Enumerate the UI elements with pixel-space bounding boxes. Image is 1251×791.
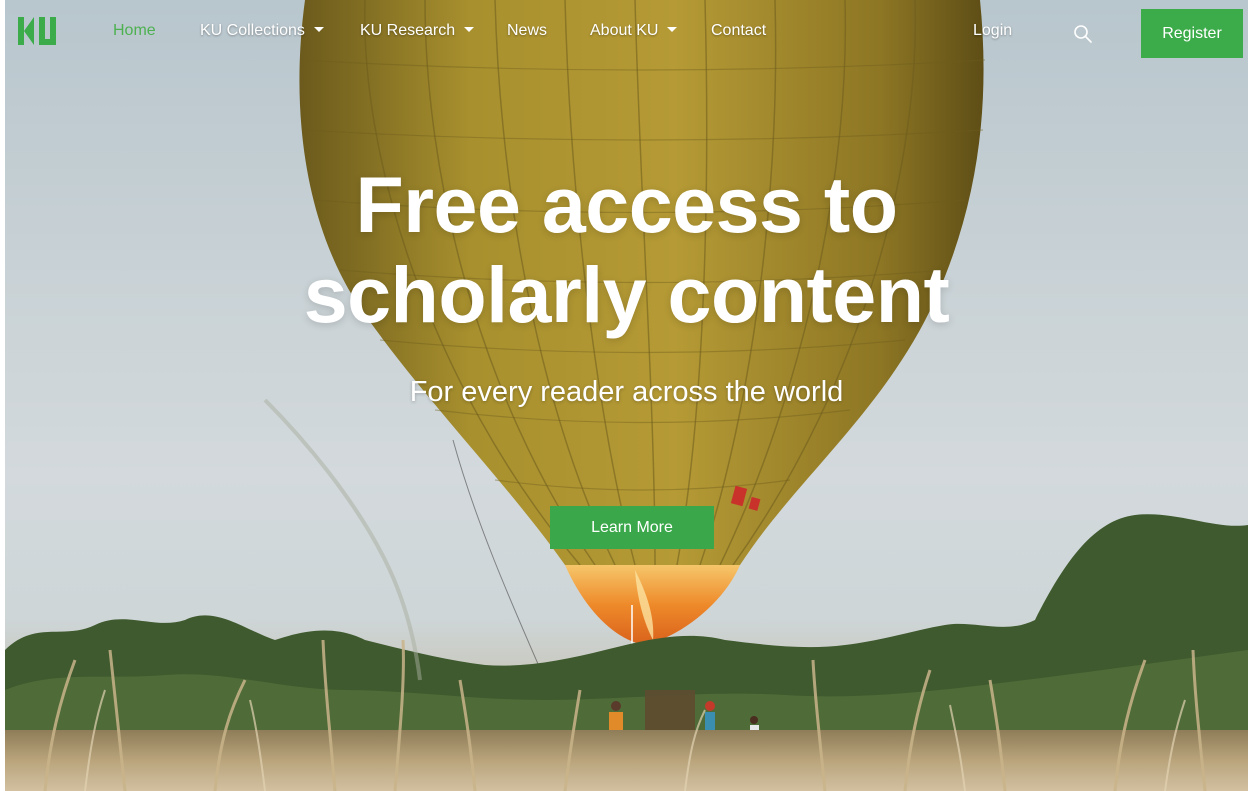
register-button[interactable]: Register (1141, 9, 1243, 58)
hero-headline-line1: Free access to (355, 160, 898, 249)
nav-about-ku[interactable]: About KU (590, 22, 678, 40)
learn-more-button[interactable]: Learn More (550, 506, 714, 549)
search-icon[interactable] (1073, 24, 1093, 44)
nav-ku-collections[interactable]: KU Collections (200, 22, 324, 40)
nav-ku-collections-label: KU Collections (200, 22, 305, 39)
nav-ku-research-label: KU Research (360, 22, 456, 39)
hero-headline-line2: scholarly content (303, 250, 950, 339)
nav-news[interactable]: News (507, 22, 547, 40)
nav-about-ku-label: About KU (590, 22, 659, 39)
chevron-down-icon (313, 27, 324, 33)
hero-subheadline: For every reader across the world (409, 376, 844, 408)
chevron-down-icon (464, 27, 475, 33)
nav-home-label: Home (113, 22, 156, 39)
nav-ku-research[interactable]: KU Research (360, 22, 475, 40)
nav-contact-label: Contact (711, 22, 767, 39)
hero-section: KU Home KU Collections KU Research News … (0, 0, 1251, 791)
nav-news-label: News (507, 22, 548, 39)
login-label: Login (973, 22, 1013, 39)
login-link[interactable]: Login (973, 22, 1012, 40)
top-navbar: KU Home KU Collections KU Research News … (5, 0, 1248, 64)
hero-headline: Free access to scholarly content (5, 160, 1248, 340)
chevron-down-icon (667, 27, 678, 33)
ku-logo-icon[interactable]: KU (17, 15, 57, 47)
nav-contact[interactable]: Contact (711, 22, 766, 40)
nav-home[interactable]: Home (113, 22, 156, 40)
